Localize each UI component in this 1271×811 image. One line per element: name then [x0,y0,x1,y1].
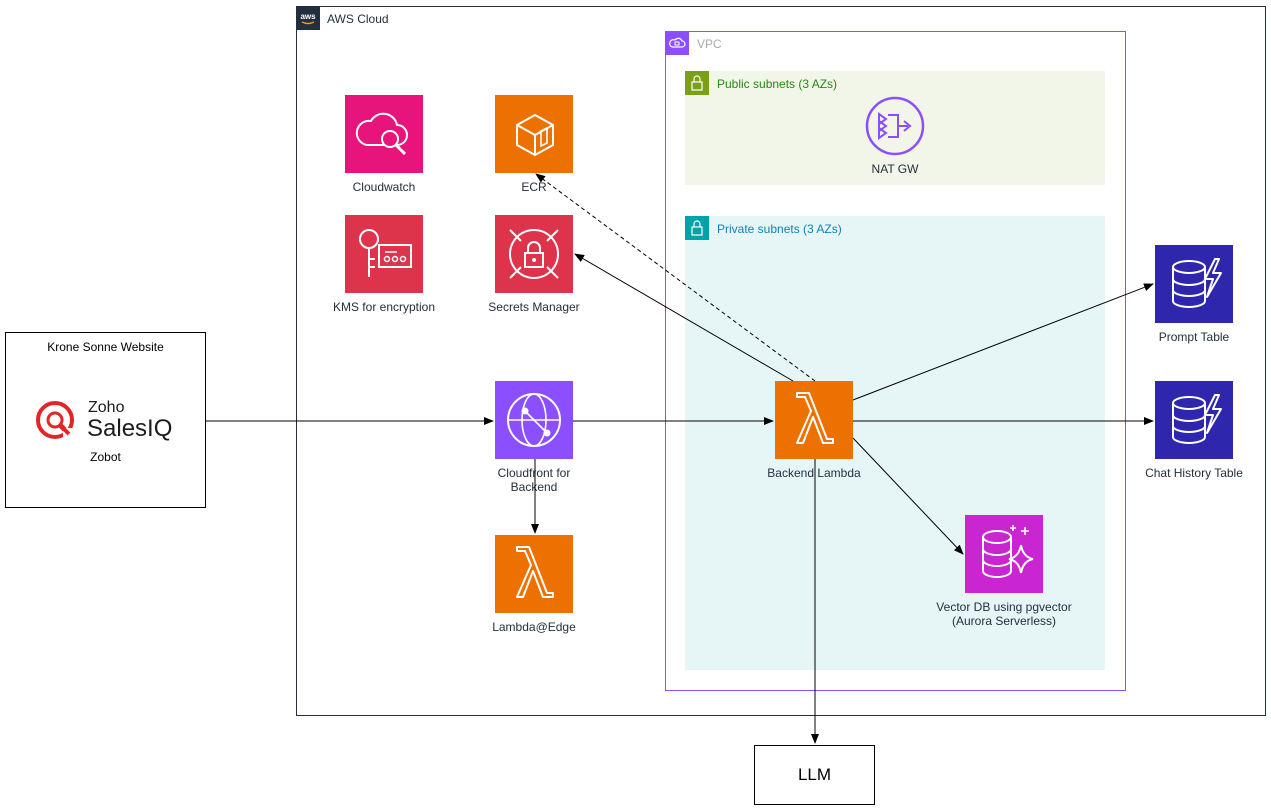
aurora-vector-db-icon [965,515,1043,593]
prompt-table-label: Prompt Table [1158,330,1230,344]
vector-db-label-line1: Vector DB using pgvector [936,600,1072,614]
public-subnet-lock-icon [685,71,709,95]
vector-db-label: Vector DB using pgvector (Aurora Serverl… [914,600,1094,628]
cloudwatch-label: Cloudwatch [352,180,416,194]
zoho-word: Zoho [88,399,125,416]
dynamodb-prompt-table-icon [1155,245,1233,323]
nat-gateway-icon [864,95,926,157]
private-subnets-title: Private subnets (3 AZs) [717,222,842,236]
nat-gw-label: NAT GW [871,162,919,176]
secrets-manager-icon [495,215,573,293]
llm-label: LLM [797,765,832,784]
cloudfront-icon [495,381,573,459]
kms-label: KMS for encryption [332,300,436,314]
backend-lambda-label: Backend Lambda [767,466,861,480]
zobot-label: Zobot [90,450,121,464]
lambda-edge-icon [495,535,573,613]
ecr-label: ECR [521,180,547,194]
dynamodb-chat-history-icon [1155,381,1233,459]
vpc-icon [665,31,689,55]
zoho-salesiq-logo-icon [33,398,77,442]
cloudfront-label-line1: Cloudfront for [497,466,571,480]
aws-logo-icon: aws [296,6,320,30]
private-subnet-lock-icon [685,216,709,240]
svg-text:aws: aws [300,12,316,21]
vector-db-label-line2: (Aurora Serverless) [951,614,1057,628]
public-subnets-title: Public subnets (3 AZs) [717,77,838,91]
kms-key-icon [345,215,423,293]
salesiq-word: SalesIQ [87,415,173,442]
aws-cloud-title: AWS Cloud [327,12,389,26]
backend-lambda-icon [775,381,853,459]
chat-history-table-label: Chat History Table [1145,466,1243,480]
vpc-title: VPC [697,37,722,51]
website-title: Krone Sonne Website [47,340,164,354]
ecr-icon [495,95,573,173]
lambda-edge-label: Lambda@Edge [492,620,576,634]
cloudfront-label: Cloudfront for Backend [474,466,594,494]
secrets-manager-label: Secrets Manager [488,300,580,314]
cloudwatch-icon [345,95,423,173]
cloudfront-label-line2: Backend [510,480,558,494]
